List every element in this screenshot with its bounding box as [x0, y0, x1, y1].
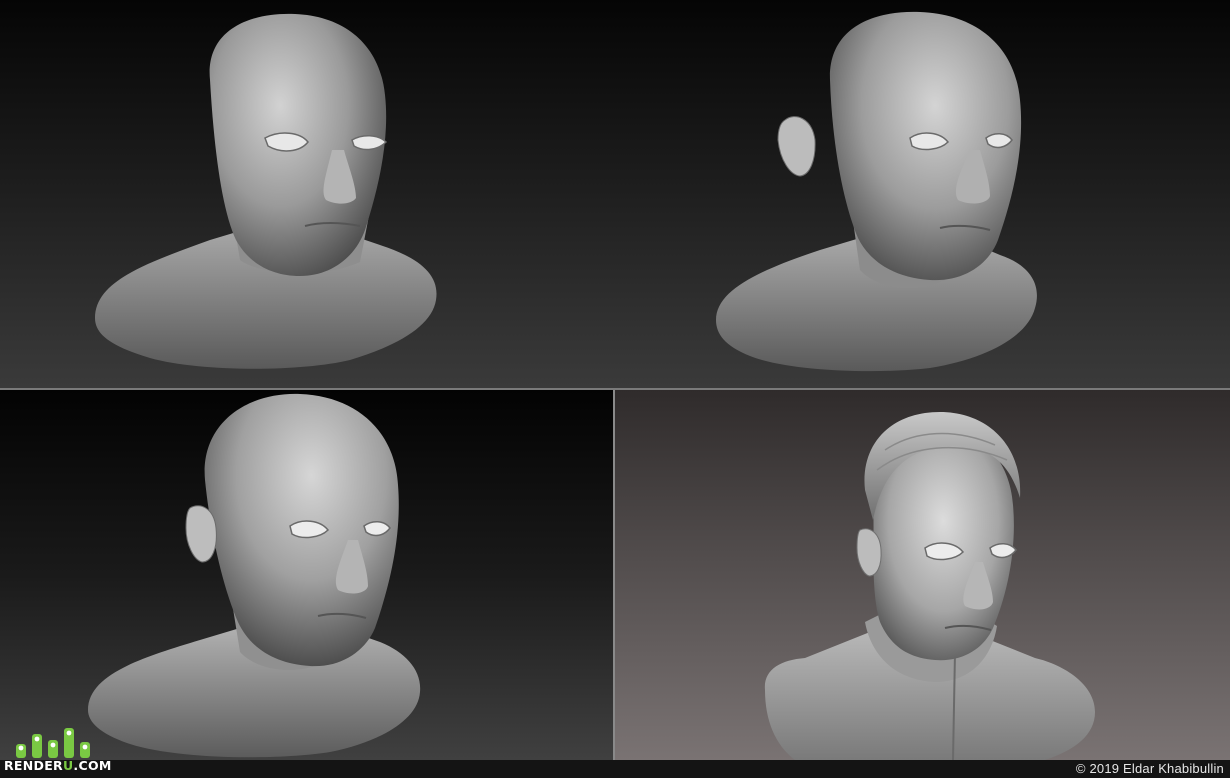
- logo-wordmark[interactable]: RENDERU.COM: [4, 758, 112, 773]
- sculpt-render-bottom-right: [764, 412, 1095, 760]
- logo-text-accent: U: [62, 758, 74, 773]
- bust-3: [88, 393, 421, 758]
- sculpt-renders-top: [95, 11, 1037, 372]
- render-panel-top: [0, 0, 1230, 388]
- bust-1: [95, 13, 437, 369]
- render-panel-bottom-left: [0, 390, 613, 760]
- logo-text-tail: .COM: [73, 758, 112, 773]
- bust-2: [716, 11, 1037, 372]
- copyright-credit: © 2019 Eldar Khabibullin: [1075, 761, 1224, 776]
- footer-bar: [0, 760, 1230, 778]
- render-panel-bottom-right: [615, 390, 1230, 760]
- logo-text-main: RENDER: [4, 758, 63, 773]
- sculpt-render-bottom-left: [88, 393, 421, 758]
- bust-4: [764, 412, 1095, 760]
